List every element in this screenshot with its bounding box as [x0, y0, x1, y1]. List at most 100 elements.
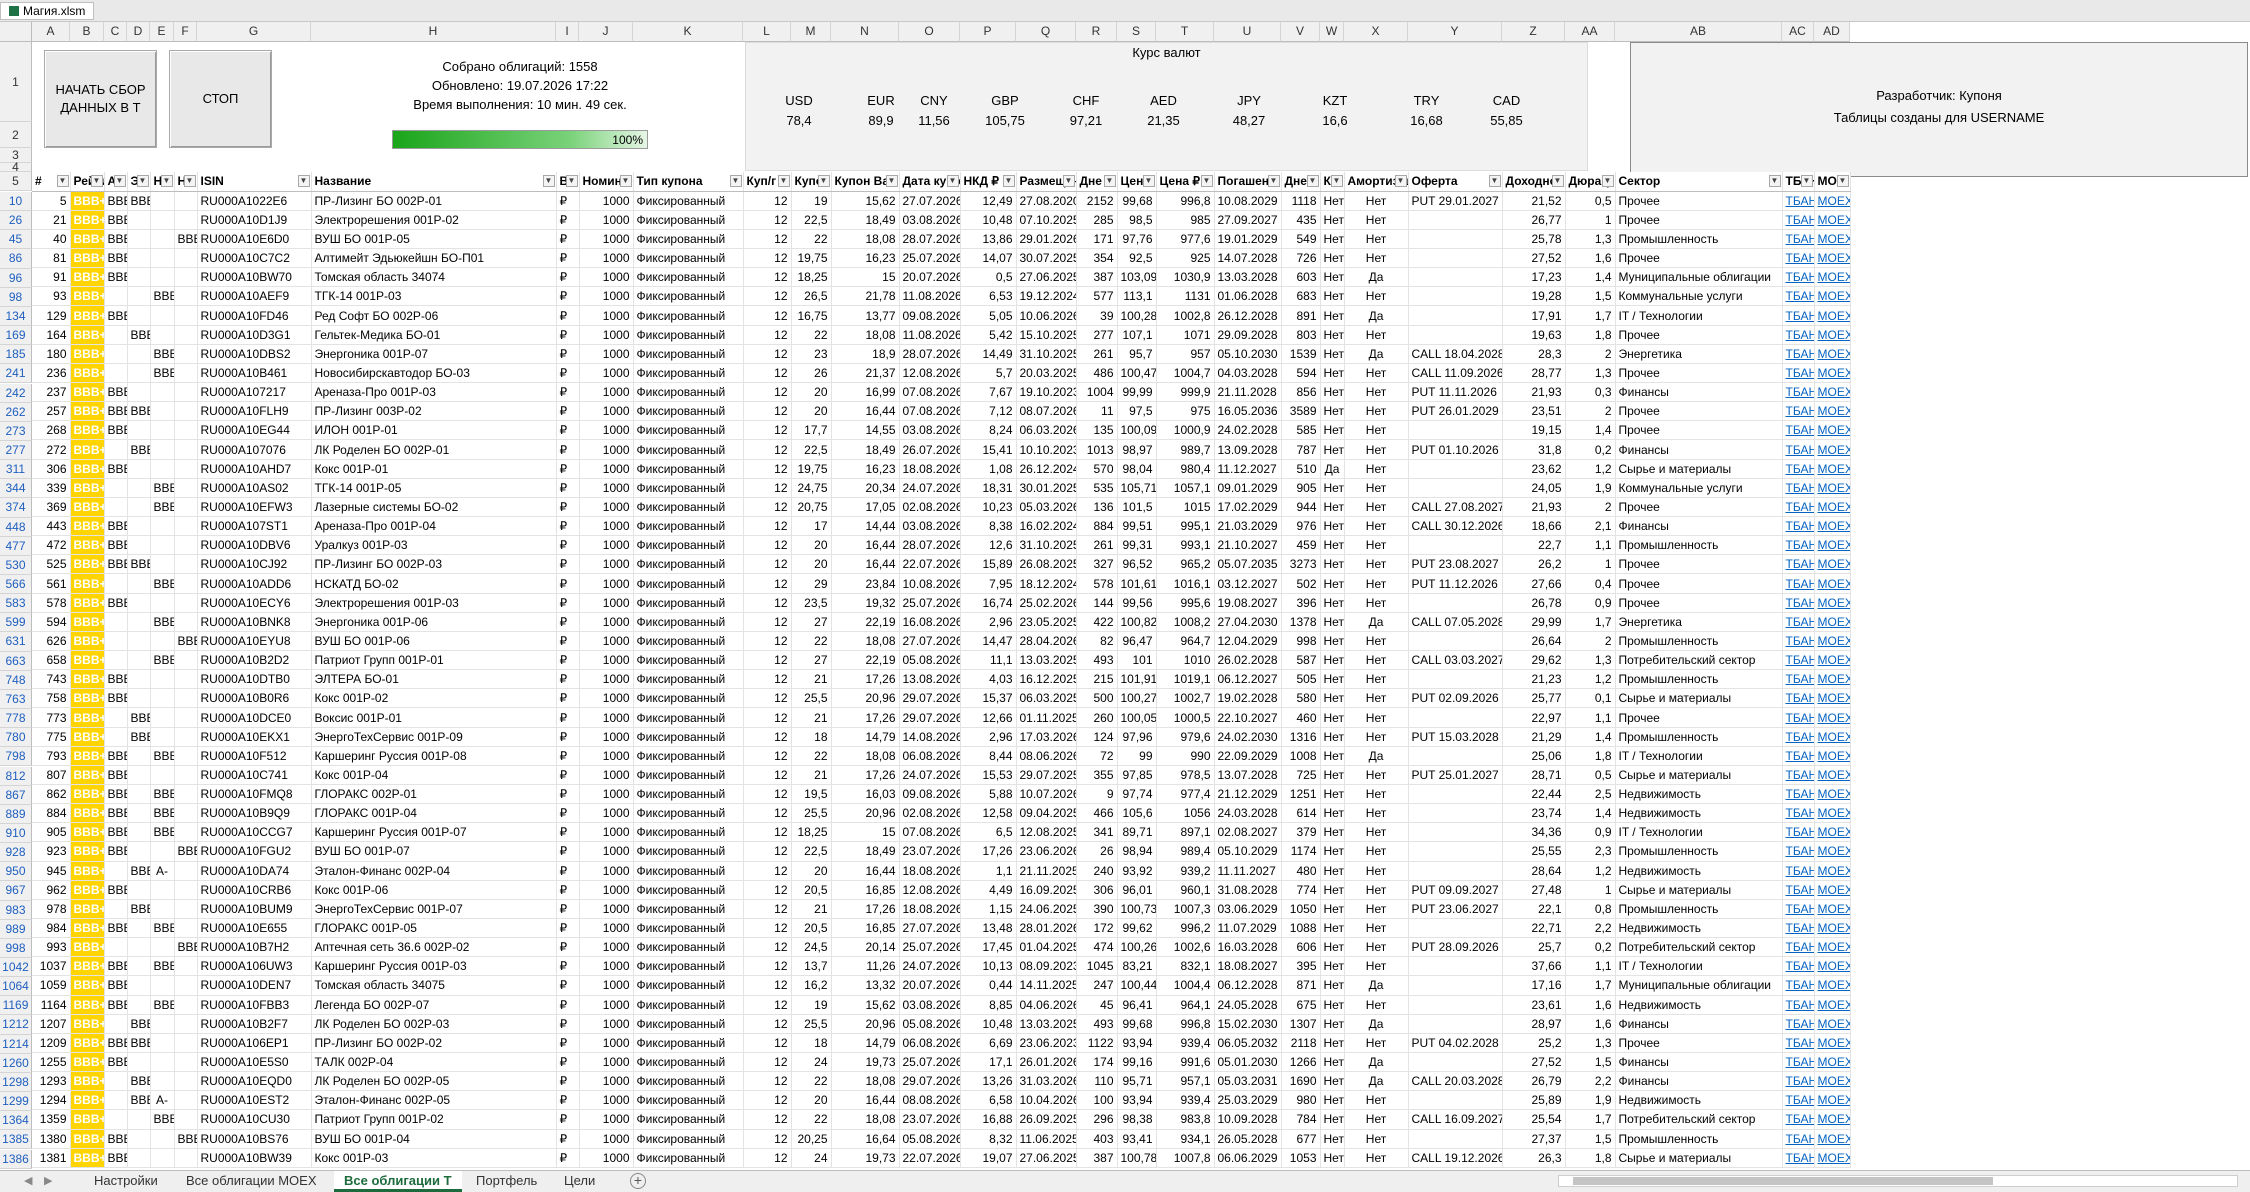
- table-cell[interactable]: ₽: [556, 1109, 580, 1130]
- table-cell[interactable]: BBB+: [150, 746, 175, 766]
- table-cell[interactable]: [174, 995, 198, 1015]
- table-cell[interactable]: MOEX: [1814, 248, 1851, 269]
- row-header[interactable]: 311: [0, 460, 32, 480]
- table-cell[interactable]: 24.05.2028: [1214, 995, 1282, 1015]
- table-cell[interactable]: Электрорешения 001P-03: [311, 593, 557, 613]
- table-cell[interactable]: 12: [743, 1148, 792, 1168]
- table-cell[interactable]: Фиксированный: [633, 267, 744, 288]
- table-cell[interactable]: ₽: [556, 880, 580, 900]
- table-cell[interactable]: 10.09.2028: [1214, 1109, 1282, 1130]
- table-cell[interactable]: BBB+: [70, 784, 105, 805]
- table-cell[interactable]: RU000A10BNK8: [197, 612, 312, 632]
- table-cell[interactable]: MOEX: [1814, 573, 1851, 594]
- table-cell[interactable]: Прочее: [1615, 1033, 1783, 1053]
- table-cell[interactable]: CALL 11.09.2026: [1408, 363, 1503, 384]
- table-cell[interactable]: 1000: [579, 975, 634, 996]
- table-cell[interactable]: Нет: [1320, 325, 1345, 345]
- table-cell[interactable]: 18.08.2026: [899, 459, 961, 479]
- table-cell[interactable]: ТБАНК: [1782, 612, 1815, 632]
- table-cell[interactable]: Нет: [1320, 516, 1345, 537]
- table-cell[interactable]: 11,1: [960, 650, 1017, 671]
- table-cell[interactable]: 27.07.2026: [899, 631, 961, 652]
- table-cell[interactable]: 23,62: [1502, 459, 1566, 479]
- table-cell[interactable]: Лазерные системы БО-02: [311, 497, 557, 518]
- table-cell[interactable]: Прочее: [1615, 325, 1783, 345]
- table-cell[interactable]: 22,19: [831, 612, 900, 632]
- table-cell[interactable]: 10,23: [960, 497, 1017, 518]
- table-cell[interactable]: 24,05: [1502, 478, 1566, 498]
- row-header[interactable]: 242: [0, 383, 32, 403]
- table-cell[interactable]: 1059: [32, 975, 71, 996]
- table-cell[interactable]: ₽: [556, 593, 580, 613]
- table-cell[interactable]: BBB+: [70, 286, 105, 307]
- table-cell[interactable]: 1266: [1281, 1052, 1321, 1073]
- table-cell[interactable]: 22,1: [1502, 899, 1566, 919]
- table-cell[interactable]: 240: [1076, 861, 1118, 881]
- table-cell[interactable]: 1016,1: [1156, 573, 1215, 594]
- table-cell[interactable]: BBB+: [104, 975, 128, 996]
- row-header[interactable]: 998: [0, 938, 32, 958]
- table-cell[interactable]: 905: [32, 822, 71, 843]
- table-cell[interactable]: RU000A10BW39: [197, 1148, 312, 1168]
- row-header[interactable]: 1299: [0, 1092, 32, 1112]
- table-cell[interactable]: 945: [32, 861, 71, 881]
- table-cell[interactable]: BBB+: [70, 516, 105, 537]
- table-cell[interactable]: [127, 420, 151, 441]
- table-cell[interactable]: Фиксированный: [633, 554, 744, 575]
- table-cell[interactable]: Фиксированный: [633, 918, 744, 939]
- table-cell[interactable]: 1000: [579, 784, 634, 805]
- table-cell[interactable]: BBB+: [127, 899, 151, 919]
- table-cell[interactable]: 17,1: [960, 1052, 1017, 1073]
- table-cell[interactable]: ₽: [556, 516, 580, 537]
- table-cell[interactable]: 1000: [579, 401, 634, 422]
- table-cell[interactable]: [174, 191, 198, 211]
- table-cell[interactable]: 793: [32, 746, 71, 766]
- table-cell[interactable]: MOEX: [1814, 191, 1851, 211]
- table-cell[interactable]: 03.08.2026: [899, 516, 961, 537]
- table-cell[interactable]: 12: [743, 1052, 792, 1073]
- table-cell[interactable]: [174, 286, 198, 307]
- table-cell[interactable]: ₽: [556, 1090, 580, 1111]
- table-cell[interactable]: [174, 707, 198, 728]
- table-cell[interactable]: Энергоника 001P-06: [311, 612, 557, 632]
- table-cell[interactable]: 06.12.2028: [1214, 975, 1282, 996]
- table-cell[interactable]: 05.08.2026: [899, 1014, 961, 1034]
- table-cell[interactable]: ТБАНК: [1782, 707, 1815, 728]
- table-cell[interactable]: Недвижимость: [1615, 918, 1783, 939]
- table-cell[interactable]: 10.08.2029: [1214, 191, 1282, 211]
- table-cell[interactable]: 21: [791, 707, 832, 728]
- table-cell[interactable]: 12: [743, 191, 792, 211]
- column-header[interactable]: C: [104, 22, 127, 42]
- table-cell[interactable]: 18,08: [831, 1071, 900, 1092]
- table-cell[interactable]: Нет: [1320, 1052, 1345, 1073]
- table-cell[interactable]: 5,7: [960, 363, 1017, 384]
- table-cell[interactable]: ТБАНК: [1782, 305, 1815, 326]
- table-cell[interactable]: 25,5: [791, 688, 832, 709]
- table-cell[interactable]: ТБАНК: [1782, 267, 1815, 288]
- table-cell[interactable]: ₽: [556, 803, 580, 824]
- table-cell[interactable]: RU000A10E5S0: [197, 1052, 312, 1073]
- table-cell[interactable]: [150, 899, 175, 919]
- table-cell[interactable]: Ред Софт БО 002P-06: [311, 305, 557, 326]
- table-cell[interactable]: 12: [743, 248, 792, 269]
- table-cell[interactable]: Прочее: [1615, 248, 1783, 269]
- table-cell[interactable]: 01.04.2025: [1016, 937, 1077, 958]
- table-cell[interactable]: 13,32: [831, 975, 900, 996]
- table-cell[interactable]: [127, 382, 151, 403]
- table-cell[interactable]: 25,54: [1502, 1109, 1566, 1130]
- table-cell[interactable]: 12: [743, 305, 792, 326]
- table-cell[interactable]: [127, 937, 151, 958]
- table-cell[interactable]: [174, 363, 198, 384]
- table-cell[interactable]: 19: [791, 191, 832, 211]
- table-cell[interactable]: 2,96: [960, 612, 1017, 632]
- table-cell[interactable]: Нет: [1344, 535, 1409, 556]
- table-cell[interactable]: ТБАНК: [1782, 1148, 1815, 1168]
- table-cell[interactable]: 24.07.2026: [899, 478, 961, 498]
- table-cell[interactable]: 1000: [579, 803, 634, 824]
- table-cell[interactable]: [104, 344, 128, 364]
- table-cell[interactable]: Нет: [1344, 382, 1409, 403]
- table-cell[interactable]: ₽: [556, 554, 580, 575]
- table-cell[interactable]: 26,2: [1502, 554, 1566, 575]
- table-cell[interactable]: Каршеринг Руссия 001P-03: [311, 956, 557, 977]
- table-cell[interactable]: 803: [1281, 325, 1321, 345]
